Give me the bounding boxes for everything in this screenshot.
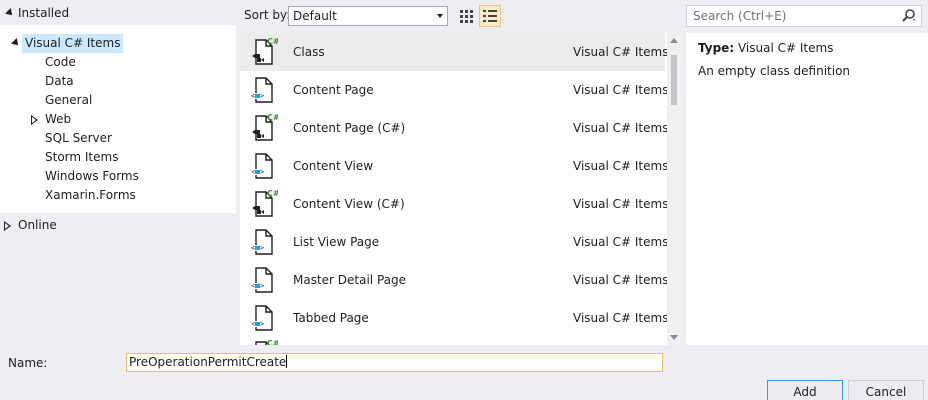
template-row[interactable]: < > Tabbed Page Visual C# Items bbox=[240, 299, 669, 337]
template-category: Visual C# Items bbox=[573, 45, 669, 59]
xaml-page-icon: < > bbox=[248, 265, 278, 295]
template-category: Visual C# Items bbox=[573, 159, 669, 173]
name-input[interactable]: PreOperationPermitCreate bbox=[126, 353, 663, 372]
tree-node-sql-server[interactable]: SQL Server bbox=[45, 129, 112, 148]
svg-text:<: < bbox=[251, 320, 255, 328]
svg-text:>: > bbox=[260, 92, 264, 100]
tree-node-online[interactable]: Online bbox=[4, 216, 124, 235]
svg-text:>: > bbox=[260, 282, 264, 290]
template-name: Content Page bbox=[293, 83, 374, 97]
svg-text:<: < bbox=[251, 282, 255, 290]
xaml-page-icon: < > bbox=[248, 75, 278, 105]
csharp-class-icon: C# bbox=[248, 37, 280, 67]
name-input-value: PreOperationPermitCreate bbox=[129, 355, 287, 369]
template-list: C#ClassVisual C# Items<>Content PageVisu… bbox=[240, 33, 681, 345]
svg-text:C#: C# bbox=[267, 189, 278, 198]
tree-node-storm-items[interactable]: Storm Items bbox=[45, 148, 118, 167]
tree-node-data[interactable]: Data bbox=[45, 72, 74, 91]
add-button[interactable]: Add bbox=[767, 380, 843, 400]
expand-arrow-icon[interactable] bbox=[5, 8, 15, 18]
template-name: Content View bbox=[293, 159, 374, 173]
text-caret bbox=[286, 355, 288, 368]
grid-view-icon bbox=[460, 10, 473, 23]
template-category: Visual C# Items bbox=[573, 197, 669, 211]
cancel-button[interactable]: Cancel bbox=[848, 380, 924, 400]
tree-node-web[interactable]: Web bbox=[31, 110, 151, 129]
svg-text:<: < bbox=[251, 92, 255, 100]
small-icons-view-button[interactable] bbox=[456, 5, 478, 27]
details-panel: Type: Visual C# Items An empty class def… bbox=[686, 33, 928, 345]
scroll-up-icon[interactable] bbox=[670, 38, 678, 43]
template-category: Visual C# Items bbox=[573, 235, 669, 249]
tree-node-xamarin-forms[interactable]: Xamarin.Forms bbox=[45, 186, 136, 205]
list-view-button[interactable] bbox=[479, 5, 501, 27]
template-row[interactable]: < > Master Detail Page Visual C# Items bbox=[240, 261, 669, 299]
template-row[interactable]: C# Content Page (C#) Visual C# Items bbox=[240, 109, 669, 147]
tree-node-windows-forms[interactable]: Windows Forms bbox=[45, 167, 139, 186]
template-category: Visual C# Items bbox=[573, 311, 669, 325]
template-row[interactable]: < > Content View Visual C# Items bbox=[240, 147, 669, 185]
template-tree: Installed Visual C# Items Code Data Gene… bbox=[0, 0, 236, 345]
template-name: Content Page (C#) bbox=[293, 121, 406, 135]
tree-node-label: Installed bbox=[18, 6, 70, 20]
template-row[interactable]: C# Class Visual C# Items bbox=[240, 33, 669, 71]
chevron-down-icon bbox=[437, 14, 443, 18]
template-name: Master Detail Page bbox=[293, 273, 407, 287]
xaml-page-icon: < > bbox=[248, 227, 278, 257]
template-category: Visual C# Items bbox=[573, 83, 669, 97]
xaml-page-icon: < > bbox=[248, 303, 278, 333]
svg-text:>: > bbox=[260, 244, 264, 252]
template-category: Visual C# Items bbox=[573, 273, 669, 287]
svg-text:C#: C# bbox=[267, 113, 278, 122]
template-description: An empty class definition bbox=[698, 64, 851, 78]
svg-text:>: > bbox=[260, 168, 264, 176]
type-line: Type: Visual C# Items bbox=[698, 41, 833, 55]
expand-arrow-icon[interactable] bbox=[11, 38, 21, 48]
scroll-down-icon[interactable] bbox=[670, 335, 678, 340]
svg-text:<: < bbox=[251, 244, 255, 252]
template-name: Content View (C#) bbox=[293, 197, 405, 211]
template-name: List View Page bbox=[293, 235, 380, 249]
search-input[interactable]: Search (Ctrl+E) bbox=[686, 5, 922, 27]
list-scrollbar[interactable] bbox=[667, 33, 681, 345]
tree-node-label: Visual C# Items bbox=[22, 34, 124, 53]
name-label: Name: bbox=[8, 356, 48, 370]
template-name: Class bbox=[293, 45, 325, 59]
csharp-page-icon: C# bbox=[248, 113, 280, 143]
svg-text:<: < bbox=[251, 168, 255, 176]
search-icon[interactable] bbox=[901, 8, 917, 24]
scrollbar-thumb[interactable] bbox=[671, 55, 677, 105]
sort-select[interactable]: Default bbox=[288, 6, 448, 26]
tree-node-code[interactable]: Code bbox=[45, 53, 76, 72]
list-view-icon bbox=[483, 10, 497, 22]
type-key: Type: bbox=[698, 41, 735, 55]
csharp-page-icon: C# bbox=[248, 189, 280, 219]
tree-node-visual-csharp-items[interactable]: Visual C# Items bbox=[0, 34, 236, 53]
svg-text:C#: C# bbox=[267, 339, 278, 345]
svg-text:>: > bbox=[260, 320, 264, 328]
xaml-page-icon: < > bbox=[248, 151, 278, 181]
template-row[interactable]: < > List View Page Visual C# Items bbox=[240, 223, 669, 261]
svg-text:C#: C# bbox=[267, 37, 278, 46]
type-value: Visual C# Items bbox=[737, 41, 834, 55]
template-row[interactable]: < > Content Page Visual C# Items bbox=[240, 71, 669, 109]
template-row[interactable]: C# Content View (C#) Visual C# Items bbox=[240, 185, 669, 223]
template-category: Visual C# Items bbox=[573, 121, 669, 135]
tree-node-general[interactable]: General bbox=[45, 91, 92, 110]
sort-by-label: Sort by: bbox=[244, 8, 291, 22]
template-name: Tabbed Page bbox=[293, 311, 369, 325]
tree-node-installed[interactable]: Installed bbox=[0, 4, 236, 23]
csharp-class-icon: C# bbox=[248, 339, 278, 345]
